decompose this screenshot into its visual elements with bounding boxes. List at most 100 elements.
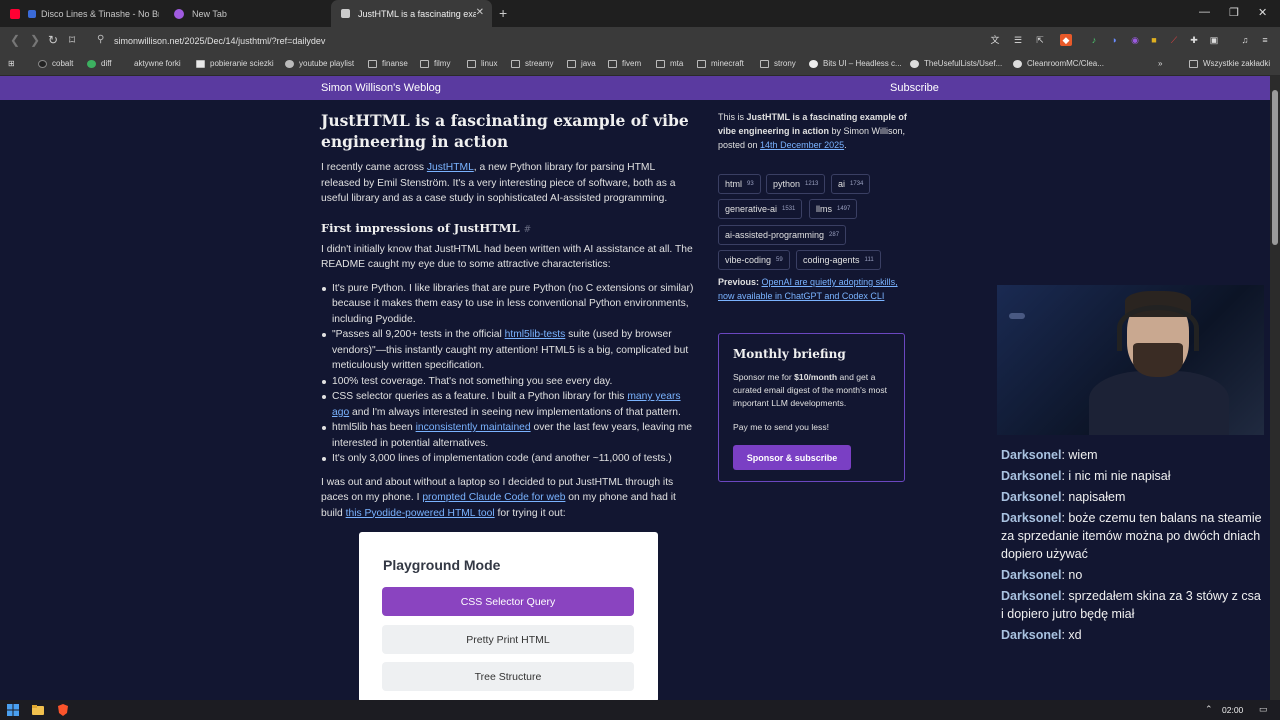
bookmark-item[interactable]: cobalt	[38, 59, 73, 68]
globe-icon	[285, 59, 294, 68]
subscribe-link[interactable]: Subscribe	[890, 82, 939, 94]
brave-browser-icon[interactable]	[57, 704, 69, 716]
youtube-icon	[10, 8, 20, 19]
bookmark-icon[interactable]: ⌑	[69, 33, 75, 47]
stream-chat: Darksonel: wiem Darksonel: i nic mi nie …	[1001, 446, 1263, 647]
bookmark-item[interactable]: TheUsefulLists/Usef...	[910, 59, 1002, 68]
previous-post: Previous: OpenAI are quietly adopting sk…	[718, 277, 898, 301]
headphones	[1117, 305, 1199, 351]
extension-purple-icon[interactable]: ◉	[1129, 34, 1141, 46]
file-explorer-icon[interactable]	[32, 704, 44, 716]
tray-chevron-icon[interactable]: ⌃	[1205, 704, 1213, 715]
media-controls-icon[interactable]: ♫	[1239, 34, 1251, 46]
bookmark-folder[interactable]: streamy	[511, 59, 553, 68]
bookmark-folder[interactable]: fivem	[608, 59, 641, 68]
bookmark-item[interactable]: pobieranie sciezki	[196, 59, 274, 68]
paragraph: I was out and about without a laptop so …	[321, 476, 676, 519]
extension-yellow-icon[interactable]: ■	[1148, 34, 1160, 46]
address-bar[interactable]: ⚲ simonwillison.net/2025/Dec/14/justhtml…	[88, 30, 1133, 51]
tag-html[interactable]: html 93	[718, 174, 761, 194]
extension-green-icon[interactable]: ♪	[1088, 34, 1100, 46]
folder-icon	[1189, 59, 1198, 68]
translate-icon[interactable]: 文	[989, 34, 1001, 46]
bookmark-item[interactable]: Bits UI – Headless c...	[809, 59, 902, 68]
pyodide-tool-link[interactable]: this Pyodide-powered HTML tool	[346, 508, 495, 519]
bookmark-folder[interactable]: mta	[656, 59, 683, 68]
folder-icon	[697, 59, 706, 68]
monthly-briefing-box: Monthly briefing Sponsor me for $10/mont…	[718, 333, 905, 482]
bookmark-item[interactable]: diff	[87, 59, 112, 68]
bookmarks-overflow-icon[interactable]: »	[1158, 59, 1162, 68]
close-tab-icon[interactable]: ✕	[476, 7, 484, 18]
list-item: 100% test coverage. That's not something…	[321, 374, 696, 390]
proton-icon	[174, 8, 184, 19]
back-icon[interactable]: ❮	[10, 33, 20, 47]
bookmark-folder[interactable]: filmy	[420, 59, 450, 68]
extension-red-icon[interactable]: ⟋	[1168, 34, 1180, 46]
url-text: simonwillison.net/2025/Dec/14/justhtml/?…	[114, 35, 326, 46]
list-item: It's only 3,000 lines of implementation …	[321, 451, 696, 467]
briefing-text: Sponsor me for $10/month and get a curat…	[733, 372, 888, 408]
justhtml-link[interactable]: JustHTML	[427, 162, 474, 173]
chat-message: Darksonel: sprzedałem skina za 3 stówy z…	[1001, 589, 1261, 621]
scrollbar-thumb[interactable]	[1272, 90, 1278, 245]
folder-icon	[420, 59, 429, 68]
tag-generative-ai[interactable]: generative-ai 1531	[718, 199, 803, 219]
cobalt-icon	[38, 59, 47, 68]
tab-justhtml[interactable]: JustHTML is a fascinating examp ✕	[331, 0, 492, 27]
site-title-link[interactable]: Simon Willison's Weblog	[321, 82, 441, 94]
apps-grid-icon[interactable]: ⊞	[8, 59, 15, 68]
page-scrollbar[interactable]	[1270, 76, 1280, 700]
close-window-icon[interactable]: ✕	[1258, 6, 1267, 19]
html5lib-tests-link[interactable]: html5lib-tests	[505, 329, 566, 340]
prompted-claude-code-link[interactable]: prompted Claude Code for web	[422, 492, 565, 503]
bookmark-folder[interactable]: strony	[760, 59, 796, 68]
paragraph: I didn't initially know that JustHTML ha…	[321, 243, 693, 271]
extension-blue-icon[interactable]: ◑	[1108, 34, 1120, 46]
tag-vibe-coding[interactable]: vibe-coding 59	[718, 250, 790, 270]
brave-shield-icon[interactable]: ◆	[1060, 34, 1072, 46]
github-icon	[1013, 59, 1022, 68]
tab-youtube[interactable]: Disco Lines & Tinashe - No Broke	[0, 0, 162, 27]
reader-icon[interactable]: ☰	[1012, 34, 1024, 46]
list-item: html5lib has been inconsistently maintai…	[321, 420, 696, 451]
bookmark-item[interactable]: CleanroomMC/Clea...	[1013, 59, 1104, 68]
wallet-icon[interactable]: ▣	[1208, 34, 1220, 46]
anchor-hash[interactable]: #	[524, 225, 532, 235]
post-date-link[interactable]: 14th December 2025	[760, 140, 844, 150]
tag-llms[interactable]: llms 1497	[809, 199, 858, 219]
chat-message: Darksonel: i nic mi nie napisał	[1001, 469, 1171, 483]
minimize-icon[interactable]: —	[1199, 6, 1210, 18]
bookmark-folder[interactable]: linux	[467, 59, 497, 68]
tag-ai[interactable]: ai 1734	[831, 174, 871, 194]
playground-title: Playground Mode	[383, 557, 501, 573]
bookmark-folder[interactable]: finanse	[368, 59, 408, 68]
tag-coding-agents[interactable]: coding-agents 111	[796, 250, 881, 270]
forward-icon[interactable]: ❯	[30, 33, 40, 47]
restore-icon[interactable]: ❐	[1229, 6, 1239, 19]
bookmark-folder[interactable]: minecraft	[697, 59, 744, 68]
reload-icon[interactable]: ↻	[48, 33, 58, 47]
tab-new-tab[interactable]: New Tab	[164, 0, 330, 27]
site-info-icon[interactable]: ⚲	[97, 34, 104, 45]
bookmark-folder-all[interactable]: Wszystkie zakładki	[1189, 59, 1270, 68]
sponsor-subscribe-button[interactable]: Sponsor & subscribe	[733, 445, 851, 470]
bookmark-item[interactable]: youtube playlist	[285, 59, 354, 68]
inconsistently-maintained-link[interactable]: inconsistently maintained	[416, 422, 531, 433]
notifications-icon[interactable]: ▭	[1259, 704, 1268, 715]
new-tab-icon[interactable]: +	[499, 5, 507, 21]
extensions-puzzle-icon[interactable]: ✚	[1188, 34, 1200, 46]
tag-ai-assisted-programming[interactable]: ai-assisted-programming 287	[718, 225, 847, 245]
list-item: It's pure Python. I like libraries that …	[321, 281, 696, 328]
tab-label: New Tab	[192, 8, 227, 19]
bookmark-folder[interactable]: java	[567, 59, 596, 68]
bookmark-item[interactable]: aktywne forki	[125, 59, 181, 68]
share-icon[interactable]: ⇱	[1034, 34, 1046, 46]
folder-icon	[608, 59, 617, 68]
menu-icon[interactable]: ≡	[1259, 34, 1271, 46]
css-selector-query-button: CSS Selector Query	[382, 587, 634, 616]
windows-start-icon[interactable]	[7, 704, 19, 716]
taskbar-clock: 02:00	[1222, 705, 1244, 715]
tag-python[interactable]: python 1213	[766, 174, 826, 194]
chat-message: Darksonel: wiem	[1001, 448, 1098, 462]
